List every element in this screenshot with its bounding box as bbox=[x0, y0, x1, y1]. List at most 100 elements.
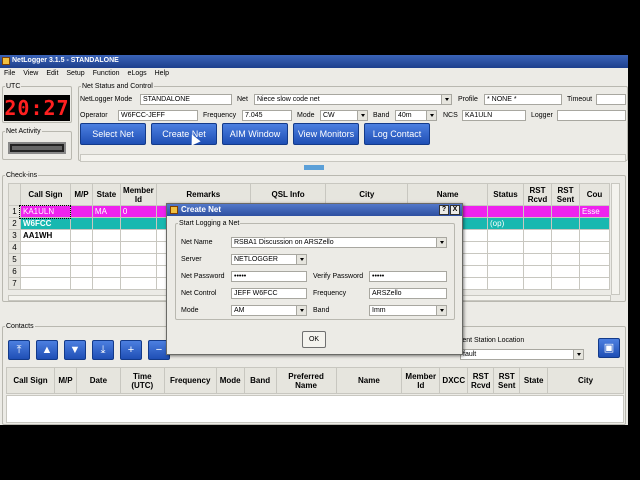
table-cell[interactable]: AA1WH bbox=[19, 229, 71, 242]
station-location-select[interactable]: fault bbox=[460, 349, 584, 360]
checkins-header[interactable]: M/P bbox=[69, 183, 93, 206]
table-cell[interactable] bbox=[91, 241, 121, 254]
contacts-header[interactable]: Date bbox=[75, 367, 121, 394]
up-icon[interactable]: ▲ bbox=[36, 340, 58, 360]
horizontal-scrollbar[interactable] bbox=[80, 154, 626, 162]
table-cell[interactable]: MA bbox=[91, 205, 121, 218]
table-cell[interactable] bbox=[550, 217, 580, 230]
table-cell[interactable] bbox=[522, 241, 552, 254]
menu-file[interactable]: File bbox=[0, 69, 19, 78]
contacts-header[interactable]: Frequency bbox=[163, 367, 217, 394]
table-cell[interactable] bbox=[578, 229, 611, 242]
row-number[interactable]: 6 bbox=[8, 265, 21, 278]
band-select[interactable]: 40m bbox=[395, 110, 437, 121]
table-cell[interactable] bbox=[550, 205, 580, 218]
table-cell[interactable]: (op) bbox=[487, 217, 524, 230]
table-cell[interactable] bbox=[119, 241, 157, 254]
net-name-select[interactable]: RSBA1 Discussion on ARSZello bbox=[231, 237, 447, 248]
table-cell[interactable]: Esse bbox=[578, 205, 611, 218]
ok-button[interactable]: OK bbox=[302, 331, 326, 348]
contacts-header[interactable]: Name bbox=[335, 367, 403, 394]
menu-help[interactable]: Help bbox=[151, 69, 173, 78]
table-cell[interactable] bbox=[487, 205, 524, 218]
net-password-field[interactable]: ••••• bbox=[231, 271, 307, 282]
checkins-header[interactable]: Cou bbox=[578, 183, 611, 206]
contacts-header[interactable]: Band bbox=[243, 367, 277, 394]
table-cell[interactable] bbox=[119, 277, 157, 290]
contacts-header[interactable]: Call Sign bbox=[6, 367, 55, 394]
table-cell[interactable] bbox=[522, 229, 552, 242]
dialog-mode-select[interactable]: AM bbox=[231, 305, 307, 316]
menu-edit[interactable]: Edit bbox=[42, 69, 62, 78]
contacts-header[interactable]: Preferred Name bbox=[275, 367, 337, 394]
ncs-field[interactable]: KA1ULN bbox=[462, 110, 526, 121]
table-cell[interactable]: 0 bbox=[119, 205, 157, 218]
contacts-header[interactable]: Time (UTC) bbox=[119, 367, 165, 394]
profile-field[interactable]: * NONE * bbox=[484, 94, 562, 105]
table-cell[interactable]: W6FCC bbox=[19, 217, 71, 230]
table-cell[interactable] bbox=[578, 217, 611, 230]
table-cell[interactable] bbox=[522, 217, 552, 230]
table-cell[interactable] bbox=[550, 241, 580, 254]
table-cell[interactable] bbox=[119, 229, 157, 242]
contacts-header[interactable]: RST Sent bbox=[493, 367, 521, 394]
row-number[interactable]: 3 bbox=[8, 229, 21, 242]
logger-field[interactable] bbox=[557, 110, 626, 121]
table-cell[interactable] bbox=[69, 229, 93, 242]
verify-password-field[interactable]: ••••• bbox=[369, 271, 447, 282]
server-select[interactable]: NETLOGGER bbox=[231, 254, 307, 265]
table-cell[interactable] bbox=[69, 241, 93, 254]
last-icon[interactable]: ⤓ bbox=[92, 340, 114, 360]
table-cell[interactable] bbox=[550, 229, 580, 242]
table-cell[interactable] bbox=[69, 265, 93, 278]
checkins-header[interactable]: State bbox=[91, 183, 121, 206]
table-cell[interactable] bbox=[69, 217, 93, 230]
table-cell[interactable]: KA1ULN bbox=[19, 204, 72, 219]
table-cell[interactable] bbox=[487, 229, 524, 242]
first-icon[interactable]: ⤒ bbox=[8, 340, 30, 360]
table-cell[interactable] bbox=[578, 253, 611, 266]
table-cell[interactable] bbox=[578, 241, 611, 254]
row-number[interactable]: 2 bbox=[8, 217, 21, 230]
table-cell[interactable] bbox=[119, 217, 157, 230]
checkins-header[interactable]: RST Rcvd bbox=[522, 183, 552, 206]
mode2-select[interactable]: CW bbox=[320, 110, 368, 121]
add-icon[interactable]: + bbox=[120, 340, 142, 360]
contacts-header[interactable]: M/P bbox=[53, 367, 77, 394]
table-cell[interactable] bbox=[91, 277, 121, 290]
checkins-vertical-scrollbar[interactable] bbox=[611, 183, 620, 295]
table-cell[interactable] bbox=[487, 253, 524, 266]
table-cell[interactable] bbox=[19, 253, 71, 266]
contacts-header[interactable]: City bbox=[547, 367, 624, 394]
checkins-header[interactable]: Member Id bbox=[119, 183, 157, 206]
table-cell[interactable] bbox=[487, 277, 524, 290]
row-number[interactable]: 7 bbox=[8, 277, 21, 290]
row-number[interactable]: 5 bbox=[8, 253, 21, 266]
splitter-handle[interactable] bbox=[304, 165, 324, 170]
table-cell[interactable] bbox=[91, 253, 121, 266]
table-cell[interactable] bbox=[550, 253, 580, 266]
table-cell[interactable] bbox=[550, 277, 580, 290]
window-icon[interactable]: ▣ bbox=[598, 338, 620, 358]
row-number[interactable]: 1 bbox=[8, 205, 21, 218]
contacts-header[interactable]: RST Rcvd bbox=[467, 367, 495, 394]
table-cell[interactable] bbox=[91, 217, 121, 230]
view-monitors-button[interactable]: View Monitors bbox=[293, 123, 359, 145]
frequency-field[interactable]: 7.045 bbox=[242, 110, 292, 121]
table-cell[interactable] bbox=[19, 241, 71, 254]
timeout-field[interactable] bbox=[596, 94, 626, 105]
aim-window-button[interactable]: AIM Window bbox=[222, 123, 288, 145]
table-cell[interactable] bbox=[119, 253, 157, 266]
menu-function[interactable]: Function bbox=[89, 69, 124, 78]
row-number[interactable]: 4 bbox=[8, 241, 21, 254]
table-cell[interactable] bbox=[578, 265, 611, 278]
table-cell[interactable] bbox=[487, 265, 524, 278]
table-cell[interactable] bbox=[522, 253, 552, 266]
table-cell[interactable] bbox=[550, 265, 580, 278]
operator-field[interactable]: W6FCC-JEFF bbox=[118, 110, 198, 121]
table-cell[interactable] bbox=[578, 277, 611, 290]
menu-elogs[interactable]: eLogs bbox=[124, 69, 151, 78]
help-icon[interactable]: ? bbox=[439, 205, 449, 215]
menu-setup[interactable]: Setup bbox=[62, 69, 88, 78]
table-cell[interactable] bbox=[69, 253, 93, 266]
